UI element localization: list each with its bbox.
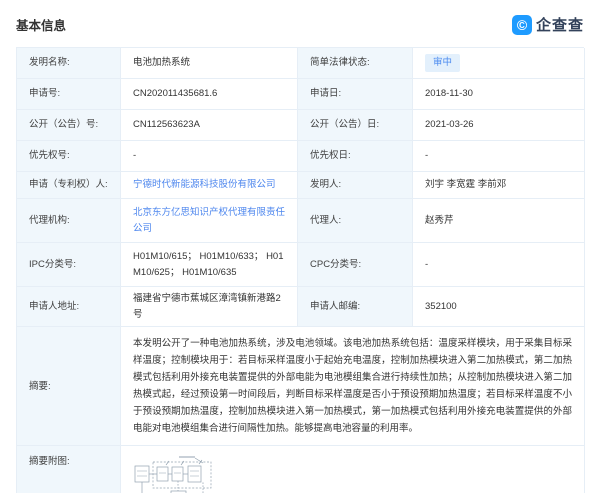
- label-agency: 代理机构:: [17, 199, 121, 243]
- status-badge: 审中: [425, 54, 460, 72]
- value-agent: 赵秀芹: [413, 199, 585, 243]
- label-application-date: 申请日:: [298, 79, 413, 110]
- value-cpc: -: [413, 243, 585, 287]
- label-priority-no: 优先权号:: [17, 141, 121, 172]
- abstract-figure-diagram-image: [133, 454, 218, 493]
- value-ipc: H01M10/615； H01M10/633； H01M10/625； H01M…: [121, 243, 298, 287]
- label-ipc: IPC分类号:: [17, 243, 121, 287]
- page-title: 基本信息: [16, 15, 66, 34]
- agency-link[interactable]: 北京东方亿思知识产权代理有限责任公司: [133, 205, 285, 236]
- label-invention-name: 发明名称:: [17, 48, 121, 79]
- label-abstract-figure: 摘要附图:: [17, 446, 121, 493]
- qichacha-brand-name: 企查查: [536, 14, 584, 35]
- value-abstract: 本发明公开了一种电池加热系统，涉及电池领域。该电池加热系统包括：温度采样模块，用…: [121, 327, 585, 446]
- patent-basic-info-panel: 基本信息 © 企查查 发明名称: 电池加热系统 简单法律状态: 审中 申请号: …: [0, 0, 600, 493]
- value-publication-date: 2021-03-26: [413, 110, 585, 141]
- value-application-date: 2018-11-30: [413, 79, 585, 110]
- value-inventors: 刘宇 李宽霆 李前邓: [413, 172, 585, 199]
- label-priority-date: 优先权日:: [298, 141, 413, 172]
- label-applicant-zip: 申请人邮编:: [298, 287, 413, 327]
- qichacha-brand: © 企查查: [512, 14, 584, 35]
- value-priority-no: -: [121, 141, 298, 172]
- applicant-company-link[interactable]: 宁德时代新能源科技股份有限公司: [133, 177, 276, 193]
- value-legal-status: 审中: [413, 48, 585, 79]
- value-agency: 北京东方亿思知识产权代理有限责任公司: [121, 199, 298, 243]
- value-publication-no: CN112563623A: [121, 110, 298, 141]
- label-legal-status: 简单法律状态:: [298, 48, 413, 79]
- qichacha-logo-icon: ©: [512, 15, 532, 35]
- label-cpc: CPC分类号:: [298, 243, 413, 287]
- label-applicant: 申请（专利权）人:: [17, 172, 121, 199]
- label-publication-date: 公开（公告）日:: [298, 110, 413, 141]
- value-applicant-zip: 352100: [413, 287, 585, 327]
- label-agent: 代理人:: [298, 199, 413, 243]
- value-application-no: CN202011435681.6: [121, 79, 298, 110]
- value-abstract-figure: [121, 446, 585, 493]
- value-applicant: 宁德时代新能源科技股份有限公司: [121, 172, 298, 199]
- label-applicant-address: 申请人地址:: [17, 287, 121, 327]
- label-publication-no: 公开（公告）号:: [17, 110, 121, 141]
- panel-header: 基本信息 © 企查查: [16, 14, 584, 35]
- value-applicant-address: 福建省宁德市蕉城区漳湾镇新港路2号: [121, 287, 298, 327]
- label-abstract: 摘要:: [17, 327, 121, 446]
- value-invention-name: 电池加热系统: [121, 48, 298, 79]
- basic-info-table: 发明名称: 电池加热系统 简单法律状态: 审中 申请号: CN202011435…: [16, 47, 584, 493]
- value-priority-date: -: [413, 141, 585, 172]
- label-inventors: 发明人:: [298, 172, 413, 199]
- label-application-no: 申请号:: [17, 79, 121, 110]
